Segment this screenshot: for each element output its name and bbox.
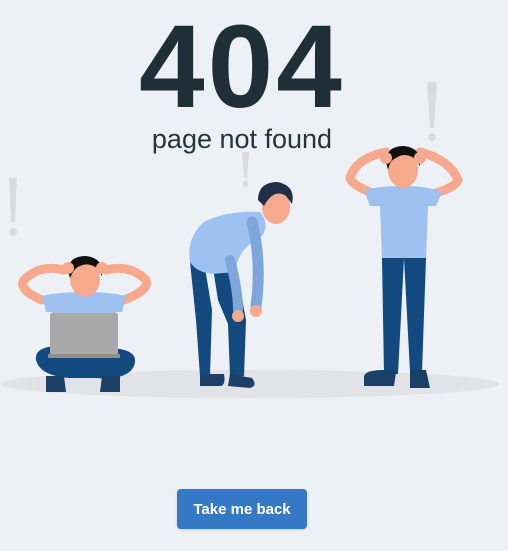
take-me-back-button[interactable]: Take me back (177, 489, 307, 529)
figure-holding-head (345, 146, 463, 388)
laptop (50, 313, 118, 355)
figure-bent-over (189, 182, 293, 388)
illustration (0, 82, 500, 398)
exclamation-icon (427, 82, 437, 141)
exclamation-icon (242, 152, 249, 187)
figure-sitting-laptop (18, 256, 151, 392)
exclamation-icon (9, 178, 17, 236)
